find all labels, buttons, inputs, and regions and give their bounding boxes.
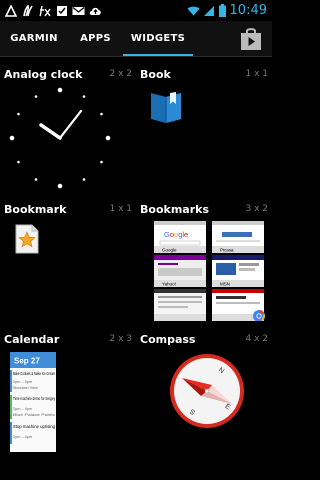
checklist-icon xyxy=(55,4,68,17)
calendar-date: Sep 27 xyxy=(14,357,40,366)
analog-clock-preview xyxy=(9,87,111,189)
tab-label: APPS xyxy=(80,33,111,44)
tab-apps[interactable]: APPS xyxy=(68,21,123,57)
bookmark-tile-label: Picasa xyxy=(220,248,234,253)
widget-title: Book xyxy=(140,68,171,81)
widget-size: 1 x 1 xyxy=(109,204,133,214)
shopping-bag-icon xyxy=(241,28,261,50)
bookmark-tile-label: Yahoo! xyxy=(162,282,176,287)
widget-analog-clock[interactable]: Analog clock 2 x 2 xyxy=(0,57,136,192)
bookmark-tile: Yahoo! xyxy=(154,255,206,287)
widget-bookmark[interactable]: Bookmark 1 x 1 xyxy=(0,192,136,322)
calendar-event-time: 2pm – 4pm xyxy=(13,380,32,384)
widget-title: Analog clock xyxy=(4,68,83,81)
widget-compass[interactable]: Compass 4 x 2 N E S xyxy=(136,322,272,480)
compass-preview: N E S xyxy=(170,354,244,428)
tab-garmin[interactable]: GARMIN xyxy=(0,21,68,57)
bookmark-tile xyxy=(154,289,206,321)
upload-cloud-icon xyxy=(89,4,102,17)
signal-icon xyxy=(203,4,216,17)
widget-calendar[interactable]: Calendar 2 x 3 Sep 27 Bake Cookies & Mak… xyxy=(0,322,136,480)
bookmark-tile-label: Google xyxy=(162,248,177,253)
bookmark-tile: MSN xyxy=(212,255,264,287)
status-bar: 10:49 xyxy=(0,0,272,21)
fx-icon xyxy=(38,4,51,17)
widget-size: 3 x 2 xyxy=(245,204,269,214)
calendar-event-place: Mountain View xyxy=(13,386,38,390)
calendar-event-place: Blue Palace Public xyxy=(13,413,55,417)
widget-title: Bookmarks xyxy=(140,203,209,216)
garmin-icon xyxy=(4,4,17,17)
calendar-event-title: Bake Cookies & Make Ice Cream xyxy=(13,371,55,376)
svg-text:Google: Google xyxy=(164,230,188,239)
widget-bookmarks[interactable]: Bookmarks 3 x 2 Google Google Picasa Yah… xyxy=(136,192,272,322)
bookmark-tile: Picasa xyxy=(212,221,264,253)
widget-book[interactable]: Book 1 x 1 xyxy=(136,57,272,192)
calendar-preview: Sep 27 Bake Cookies & Make Ice Cream 2pm… xyxy=(10,352,56,452)
bookmark-tile-label: MSN xyxy=(220,282,230,287)
status-clock: 10:49 xyxy=(229,3,267,18)
bookmark-star-icon xyxy=(15,224,39,254)
calendar-event-title: Stop machine uprising xyxy=(13,424,55,429)
calendar-event-time: 2pm – 4pm xyxy=(13,407,32,411)
bookmark-tile: Google Google xyxy=(154,221,206,253)
widget-size: 1 x 1 xyxy=(245,69,269,79)
widget-grid: Analog clock 2 x 2 Book 1 x 1 Bookmark 1… xyxy=(0,57,272,480)
tab-widgets[interactable]: WIDGETS xyxy=(123,21,193,57)
widget-size: 2 x 3 xyxy=(109,334,133,344)
widget-title: Compass xyxy=(140,333,196,346)
widget-title: Calendar xyxy=(4,333,60,346)
tab-label: WIDGETS xyxy=(130,33,186,44)
tab-label: GARMIN xyxy=(10,33,58,44)
calendar-event-time: 2pm – 4pm xyxy=(13,435,32,439)
gmail-icon xyxy=(72,4,85,17)
nexus-icon xyxy=(21,4,34,17)
tab-bar: GARMIN APPS WIDGETS xyxy=(0,21,272,57)
play-store-button[interactable] xyxy=(240,27,262,51)
widget-size: 2 x 2 xyxy=(109,69,133,79)
calendar-event-title: Time machine demo for Sergey xyxy=(13,396,55,401)
notification-icons xyxy=(0,4,102,17)
widget-title: Bookmark xyxy=(4,203,67,216)
bookmarks-preview: Google Google Picasa Yahoo! MSN xyxy=(154,221,265,321)
battery-icon xyxy=(219,4,227,17)
wifi-icon xyxy=(186,4,200,17)
play-books-icon xyxy=(151,92,181,123)
widget-size: 4 x 2 xyxy=(245,334,269,344)
